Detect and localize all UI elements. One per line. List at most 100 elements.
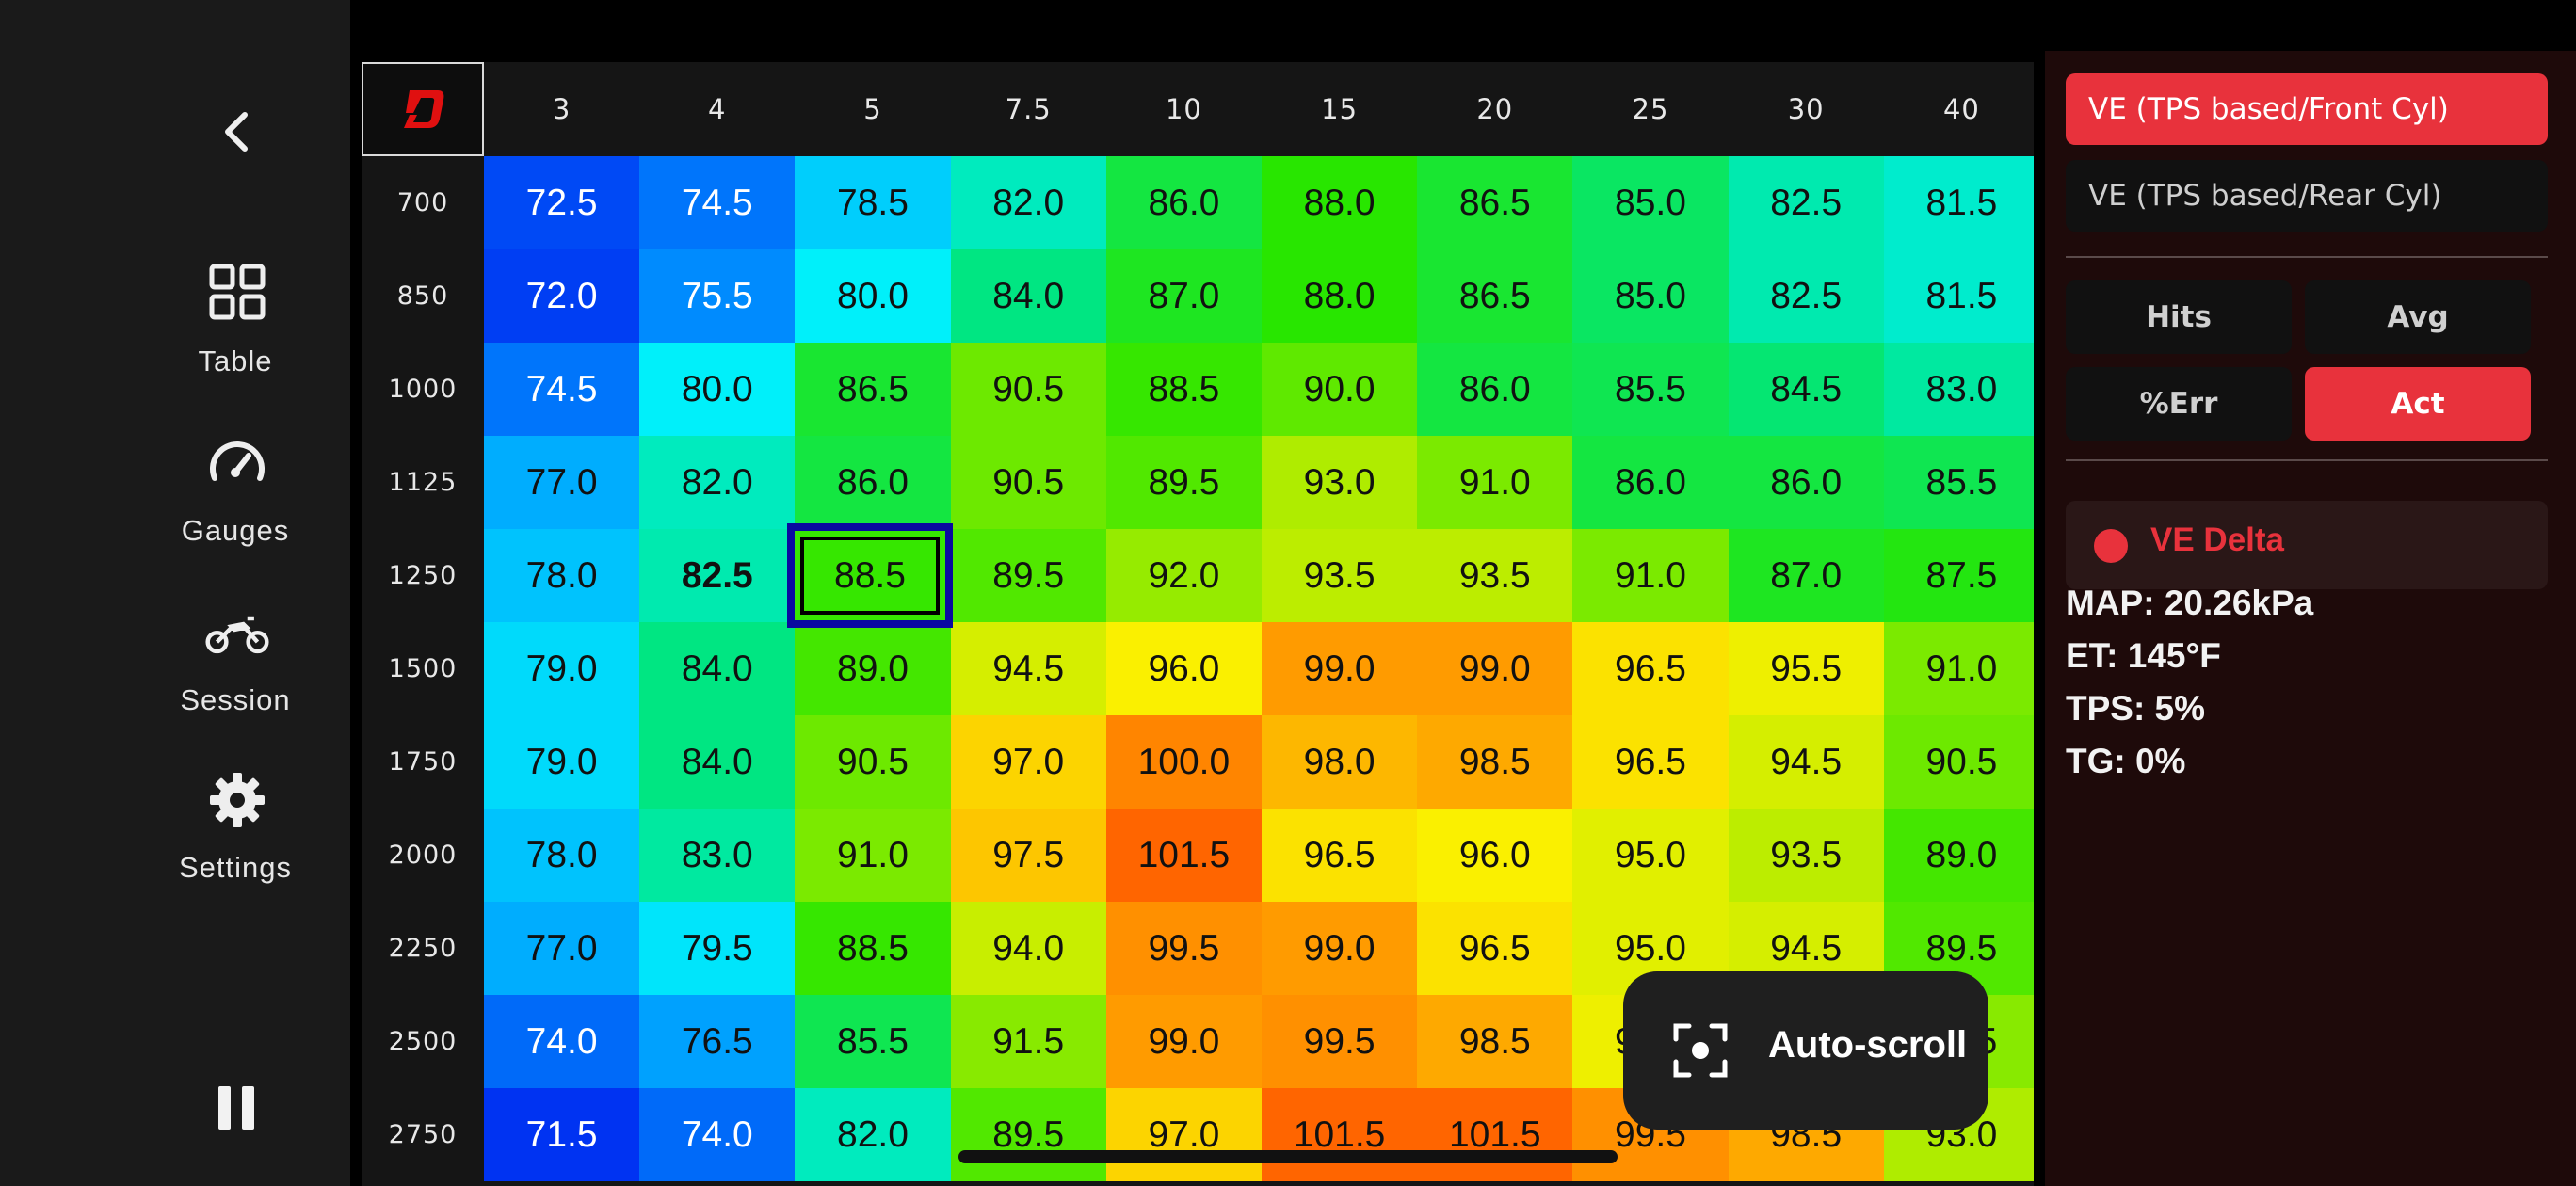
table-cell[interactable]: 86.5 bbox=[1417, 156, 1573, 249]
table-cell[interactable]: 99.0 bbox=[1417, 622, 1573, 715]
table-cell[interactable]: 84.0 bbox=[639, 715, 796, 809]
table-cell[interactable]: 86.0 bbox=[1105, 156, 1262, 249]
map-front-cyl-button[interactable]: VE (TPS based/Front Cyl) bbox=[2066, 73, 2548, 145]
table-cell[interactable]: 96.5 bbox=[1572, 715, 1729, 809]
table-cell[interactable]: 87.0 bbox=[1728, 529, 1884, 622]
table-cell[interactable]: 90.5 bbox=[1883, 715, 2034, 809]
table-cell[interactable]: 91.5 bbox=[950, 995, 1106, 1088]
table-cell[interactable]: 88.0 bbox=[1262, 249, 1418, 343]
table-cell[interactable]: 86.5 bbox=[795, 343, 951, 436]
table-cell[interactable]: 89.0 bbox=[795, 622, 951, 715]
auto-scroll-button[interactable]: Auto-scroll bbox=[1623, 971, 1988, 1130]
table-cell[interactable]: 96.5 bbox=[1417, 902, 1573, 995]
table-cell[interactable]: 72.0 bbox=[484, 249, 640, 343]
table-cell[interactable]: 97.5 bbox=[950, 809, 1106, 902]
table-cell[interactable]: 88.0 bbox=[1262, 156, 1418, 249]
table-cell[interactable]: 84.0 bbox=[950, 249, 1106, 343]
map-rear-cyl-button[interactable]: VE (TPS based/Rear Cyl) bbox=[2066, 160, 2548, 232]
mode-avg-button[interactable]: Avg bbox=[2305, 280, 2531, 354]
table-cell[interactable]: 98.5 bbox=[1417, 715, 1573, 809]
table-cell[interactable]: 89.5 bbox=[950, 1088, 1106, 1181]
table-cell[interactable]: 85.5 bbox=[1572, 343, 1729, 436]
table-cell[interactable]: 87.5 bbox=[1883, 529, 2034, 622]
back-button[interactable] bbox=[209, 104, 266, 160]
table-cell[interactable]: 79.0 bbox=[484, 715, 640, 809]
table-cell[interactable]: 86.0 bbox=[1728, 436, 1884, 529]
table-cell[interactable]: 85.5 bbox=[795, 995, 951, 1088]
table-cell[interactable]: 95.0 bbox=[1572, 809, 1729, 902]
table-cell[interactable]: 100.0 bbox=[1105, 715, 1262, 809]
table-cell[interactable]: 94.5 bbox=[950, 622, 1106, 715]
table-cell[interactable]: 101.5 bbox=[1262, 1088, 1418, 1181]
table-cell[interactable]: 94.5 bbox=[1728, 715, 1884, 809]
table-cell[interactable]: 85.5 bbox=[1883, 436, 2034, 529]
table-cell[interactable]: 83.0 bbox=[1883, 343, 2034, 436]
table-cell[interactable]: 98.0 bbox=[1262, 715, 1418, 809]
table-cell[interactable]: 82.5 bbox=[1728, 156, 1884, 249]
table-cell[interactable]: 85.0 bbox=[1572, 156, 1729, 249]
table-cell[interactable]: 77.0 bbox=[484, 436, 640, 529]
table-cell[interactable]: 89.5 bbox=[950, 529, 1106, 622]
table-cell[interactable]: 74.5 bbox=[484, 343, 640, 436]
table-cell[interactable]: 99.0 bbox=[1262, 902, 1418, 995]
table-cell[interactable]: 84.5 bbox=[1728, 343, 1884, 436]
table-cell[interactable]: 86.0 bbox=[795, 436, 951, 529]
table-cell[interactable]: 75.5 bbox=[639, 249, 796, 343]
ve-delta-toggle[interactable]: VE Delta bbox=[2066, 501, 2548, 589]
table-cell[interactable]: 96.0 bbox=[1105, 622, 1262, 715]
table-cell[interactable]: 91.0 bbox=[1883, 622, 2034, 715]
table-cell[interactable]: 90.0 bbox=[1262, 343, 1418, 436]
table-cell[interactable]: 101.5 bbox=[1105, 809, 1262, 902]
mode-hits-button[interactable]: Hits bbox=[2066, 280, 2292, 354]
table-cell[interactable]: 78.0 bbox=[484, 809, 640, 902]
table-cell[interactable]: 96.5 bbox=[1572, 622, 1729, 715]
table-cell[interactable]: 101.5 bbox=[1417, 1088, 1573, 1181]
table-cell[interactable]: 74.5 bbox=[639, 156, 796, 249]
table-cell[interactable]: 86.0 bbox=[1572, 436, 1729, 529]
table-cell[interactable]: 93.5 bbox=[1728, 809, 1884, 902]
table-cell[interactable]: 96.5 bbox=[1262, 809, 1418, 902]
table-cell[interactable]: 74.0 bbox=[484, 995, 640, 1088]
table-cell[interactable]: 99.5 bbox=[1262, 995, 1418, 1088]
table-cell[interactable]: 74.0 bbox=[639, 1088, 796, 1181]
table-cell[interactable]: 91.0 bbox=[1417, 436, 1573, 529]
table-cell[interactable]: 99.0 bbox=[1262, 622, 1418, 715]
table-cell[interactable]: 91.0 bbox=[1572, 529, 1729, 622]
table-cell[interactable]: 79.5 bbox=[639, 902, 796, 995]
table-cell[interactable]: 71.5 bbox=[484, 1088, 640, 1181]
mode-err-button[interactable]: %Err bbox=[2066, 367, 2292, 441]
table-cell[interactable]: 97.0 bbox=[950, 715, 1106, 809]
table-cell[interactable]: 81.5 bbox=[1883, 249, 2034, 343]
table-cell[interactable]: 88.5 bbox=[1105, 343, 1262, 436]
table-cell[interactable]: 92.0 bbox=[1105, 529, 1262, 622]
table-cell[interactable]: 79.0 bbox=[484, 622, 640, 715]
table-cell[interactable]: 90.5 bbox=[950, 343, 1106, 436]
table-cell[interactable]: 82.5 bbox=[639, 529, 796, 622]
table-cell[interactable]: 83.0 bbox=[639, 809, 796, 902]
table-cell[interactable]: 90.5 bbox=[950, 436, 1106, 529]
table-cell[interactable]: 85.0 bbox=[1572, 249, 1729, 343]
table-cell[interactable]: 96.0 bbox=[1417, 809, 1573, 902]
pause-button[interactable] bbox=[215, 1082, 260, 1133]
table-cell[interactable]: 82.0 bbox=[795, 1088, 951, 1181]
table-cell[interactable]: 86.5 bbox=[1417, 249, 1573, 343]
table-cell[interactable]: 80.0 bbox=[639, 343, 796, 436]
table-cell[interactable]: 78.0 bbox=[484, 529, 640, 622]
table-cell[interactable]: 89.5 bbox=[1105, 436, 1262, 529]
table-cell[interactable]: 89.0 bbox=[1883, 809, 2034, 902]
table-cell[interactable]: 93.5 bbox=[1262, 529, 1418, 622]
table-cell[interactable]: 80.0 bbox=[795, 249, 951, 343]
table-cell[interactable]: 72.5 bbox=[484, 156, 640, 249]
table-cell[interactable]: 93.0 bbox=[1262, 436, 1418, 529]
table-cell[interactable]: 82.0 bbox=[950, 156, 1106, 249]
table-cell[interactable]: 99.0 bbox=[1105, 995, 1262, 1088]
table-cell[interactable]: 91.0 bbox=[795, 809, 951, 902]
table-cell[interactable]: 93.5 bbox=[1417, 529, 1573, 622]
table-cell[interactable]: 98.5 bbox=[1417, 995, 1573, 1088]
table-cell[interactable]: 76.5 bbox=[639, 995, 796, 1088]
table-cell[interactable]: 77.0 bbox=[484, 902, 640, 995]
table-cell[interactable]: 88.5 bbox=[795, 902, 951, 995]
mode-act-button[interactable]: Act bbox=[2305, 367, 2531, 441]
logo-button[interactable] bbox=[362, 62, 484, 156]
table-cell[interactable]: 94.0 bbox=[950, 902, 1106, 995]
